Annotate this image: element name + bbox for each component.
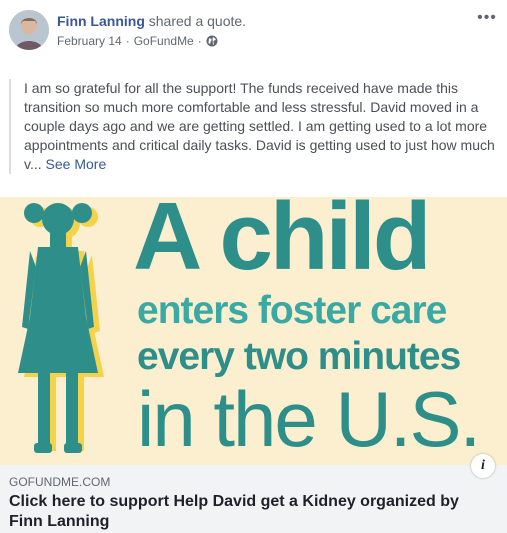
image-footer-line: in the U.S.: [137, 375, 481, 463]
meta-separator: ·: [125, 34, 130, 48]
post-meta: February 14 · GoFundMe ·: [57, 33, 218, 49]
image-subline: every two minutes: [137, 335, 461, 378]
link-attachment[interactable]: A child enters foster care every two min…: [0, 197, 507, 533]
globe-icon[interactable]: [206, 35, 218, 47]
image-subline: enters foster care: [137, 289, 447, 332]
info-icon[interactable]: i: [471, 454, 495, 478]
post-byline: Finn Lanning shared a quote.: [57, 12, 246, 30]
post-date-link[interactable]: February 14: [57, 33, 122, 49]
girl-silhouette-icon: [18, 203, 104, 453]
campaign-image[interactable]: A child enters foster care every two min…: [0, 197, 507, 465]
quote-block: I am so grateful for all the support! Th…: [9, 79, 499, 174]
author-name-link[interactable]: Finn Lanning: [57, 13, 145, 29]
link-preview[interactable]: GOFUNDME.COM Click here to support Help …: [0, 465, 507, 533]
avatar[interactable]: [9, 10, 49, 50]
meta-separator: ·: [197, 34, 202, 48]
link-domain: GOFUNDME.COM: [9, 475, 111, 489]
post-options-button[interactable]: •••: [475, 8, 499, 28]
link-title[interactable]: Click here to support Help David get a K…: [9, 492, 489, 532]
post-header: Finn Lanning shared a quote. February 14…: [0, 0, 507, 60]
post-source-link[interactable]: GoFundMe: [134, 33, 194, 49]
see-more-link[interactable]: See More: [46, 156, 107, 172]
image-headline: A child: [133, 197, 431, 290]
post-action-text: shared a quote.: [148, 13, 247, 29]
